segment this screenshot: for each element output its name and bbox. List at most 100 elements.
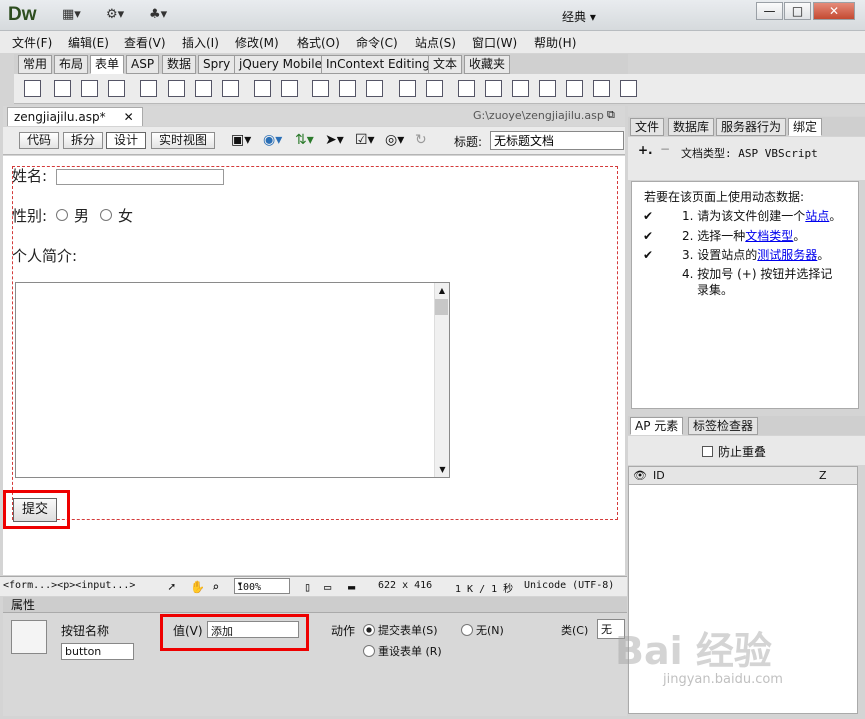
female-radio[interactable] xyxy=(100,209,112,221)
page-title-input[interactable] xyxy=(490,131,624,150)
split-view-button[interactable]: 拆分 xyxy=(63,132,104,149)
menu-help[interactable]: 帮助(H) xyxy=(534,34,576,51)
list-menu-icon[interactable] xyxy=(254,80,271,97)
desktop-size-icon[interactable]: ▬ xyxy=(348,580,355,594)
file-field-icon[interactable] xyxy=(339,80,356,97)
close-tab-icon[interactable]: ✕ xyxy=(124,110,134,124)
window-size[interactable]: 622 x 416 xyxy=(378,580,432,591)
menu-format[interactable]: 格式(O) xyxy=(297,34,340,51)
file-management-icon[interactable]: ⇅▾ xyxy=(295,132,314,148)
refresh-icon[interactable]: ↻ xyxy=(415,132,427,148)
menu-site[interactable]: 站点(S) xyxy=(415,34,456,51)
col-id[interactable]: ID xyxy=(653,469,665,482)
menu-modify[interactable]: 修改(M) xyxy=(235,34,279,51)
button-name-input[interactable]: button xyxy=(61,643,134,660)
remove-binding-icon[interactable]: − xyxy=(660,142,670,156)
spry-select-icon[interactable] xyxy=(539,80,556,97)
spry-textfield-icon[interactable] xyxy=(458,80,475,97)
none-radio[interactable] xyxy=(461,624,473,636)
male-radio[interactable] xyxy=(56,209,68,221)
tab-asp[interactable]: ASP xyxy=(126,55,160,74)
pointer-tool-icon[interactable]: ➚ xyxy=(168,580,175,594)
tab-layout[interactable]: 布局 xyxy=(54,55,89,74)
scroll-thumb[interactable] xyxy=(435,299,448,315)
spry-radio-icon[interactable] xyxy=(620,80,637,97)
tab-data[interactable]: 数据 xyxy=(162,55,197,74)
browser-preview-icon[interactable]: ◉▾ xyxy=(263,132,282,148)
site-icon[interactable]: ♣▾ xyxy=(149,7,167,22)
menu-edit[interactable]: 编辑(E) xyxy=(68,34,109,51)
hidden-field-icon[interactable] xyxy=(81,80,98,97)
button-icon[interactable] xyxy=(366,80,383,97)
label-icon[interactable] xyxy=(399,80,416,97)
image-field-icon[interactable] xyxy=(312,80,329,97)
menu-file[interactable]: 文件(F) xyxy=(12,34,52,51)
site-link[interactable]: 站点 xyxy=(805,209,829,223)
tab-forms[interactable]: 表单 xyxy=(90,55,125,74)
fieldset-icon[interactable] xyxy=(426,80,443,97)
tab-server-behaviors[interactable]: 服务器行为 xyxy=(716,118,787,136)
hand-tool-icon[interactable]: ✋ xyxy=(190,580,205,594)
workspace-switcher[interactable]: 经典 ▾ xyxy=(562,8,596,25)
tab-bindings[interactable]: 绑定 xyxy=(788,118,823,136)
code-view-button[interactable]: 代码 xyxy=(19,132,60,149)
minimize-button[interactable]: — xyxy=(756,2,783,20)
spry-password-icon[interactable] xyxy=(566,80,583,97)
name-input[interactable] xyxy=(56,169,224,185)
submit-form-radio[interactable] xyxy=(363,624,375,636)
prevent-overlap-checkbox[interactable] xyxy=(702,446,713,457)
tab-tag-inspector[interactable]: 标签检查器 xyxy=(688,417,759,435)
textarea-scrollbar[interactable]: ▲ ▼ xyxy=(434,283,449,477)
doctype-link[interactable]: 文档类型 xyxy=(745,229,793,243)
live-view-button[interactable]: 实时视图 xyxy=(151,132,216,149)
tablet-size-icon[interactable]: ▭ xyxy=(324,580,331,594)
checkbox-icon[interactable] xyxy=(140,80,157,97)
tab-jquery-mobile[interactable]: jQuery Mobile xyxy=(234,55,327,74)
layout-icon[interactable]: ▦▾ xyxy=(62,7,81,22)
scroll-down-icon[interactable]: ▼ xyxy=(435,465,450,474)
testing-server-link[interactable]: 测试服务器 xyxy=(757,248,817,262)
menu-window[interactable]: 窗口(W) xyxy=(472,34,517,51)
tab-text[interactable]: 文本 xyxy=(428,55,463,74)
radio-icon[interactable] xyxy=(195,80,212,97)
add-binding-icon[interactable]: +. xyxy=(638,143,653,157)
tab-common[interactable]: 常用 xyxy=(18,55,53,74)
scroll-up-icon[interactable]: ▲ xyxy=(435,286,449,295)
spry-checkbox-icon[interactable] xyxy=(512,80,529,97)
radio-group-icon[interactable] xyxy=(222,80,239,97)
maximize-button[interactable]: □ xyxy=(784,2,811,20)
eye-icon[interactable]: 👁 xyxy=(633,469,647,482)
mobile-size-icon[interactable]: ▯ xyxy=(304,580,311,594)
zoom-select[interactable]: 100% ▾ xyxy=(234,578,290,594)
close-button[interactable]: ✕ xyxy=(813,2,855,20)
restore-icon[interactable]: ⧉ xyxy=(607,108,615,122)
menu-insert[interactable]: 插入(I) xyxy=(182,34,219,51)
checkbox-group-icon[interactable] xyxy=(168,80,185,97)
form-icon[interactable] xyxy=(24,80,41,97)
textarea-icon[interactable] xyxy=(108,80,125,97)
document-tab[interactable]: zengjiajilu.asp* ✕ xyxy=(7,107,143,126)
jump-menu-icon[interactable] xyxy=(281,80,298,97)
text-field-icon[interactable] xyxy=(54,80,71,97)
validate-icon[interactable]: ☑▾ xyxy=(355,132,375,148)
spry-confirm-icon[interactable] xyxy=(593,80,610,97)
tab-databases[interactable]: 数据库 xyxy=(668,118,715,136)
reset-form-radio[interactable] xyxy=(363,645,375,657)
bio-textarea[interactable]: ▲ ▼ xyxy=(15,282,450,478)
zoom-tool-icon[interactable]: ⌕ xyxy=(212,580,219,594)
menu-commands[interactable]: 命令(C) xyxy=(356,34,398,51)
tab-incontext[interactable]: InContext Editing xyxy=(321,55,435,74)
tab-ap-elements[interactable]: AP 元素 xyxy=(630,417,684,435)
tab-files[interactable]: 文件 xyxy=(630,118,665,136)
design-view-button[interactable]: 设计 xyxy=(106,132,147,149)
visual-aids-icon[interactable]: ◎▾ xyxy=(385,132,404,148)
tag-selector[interactable]: <form...><p><input...> xyxy=(3,580,135,591)
spry-textarea-icon[interactable] xyxy=(485,80,502,97)
col-z[interactable]: Z xyxy=(819,469,827,482)
menu-view[interactable]: 查看(V) xyxy=(124,34,166,51)
tab-spry[interactable]: Spry xyxy=(198,55,236,74)
multiscreen-icon[interactable]: ▣▾ xyxy=(231,132,251,148)
gear-icon[interactable]: ⚙▾ xyxy=(106,7,124,22)
tab-favorites[interactable]: 收藏夹 xyxy=(464,55,511,74)
debug-icon[interactable]: ➤▾ xyxy=(325,132,344,148)
